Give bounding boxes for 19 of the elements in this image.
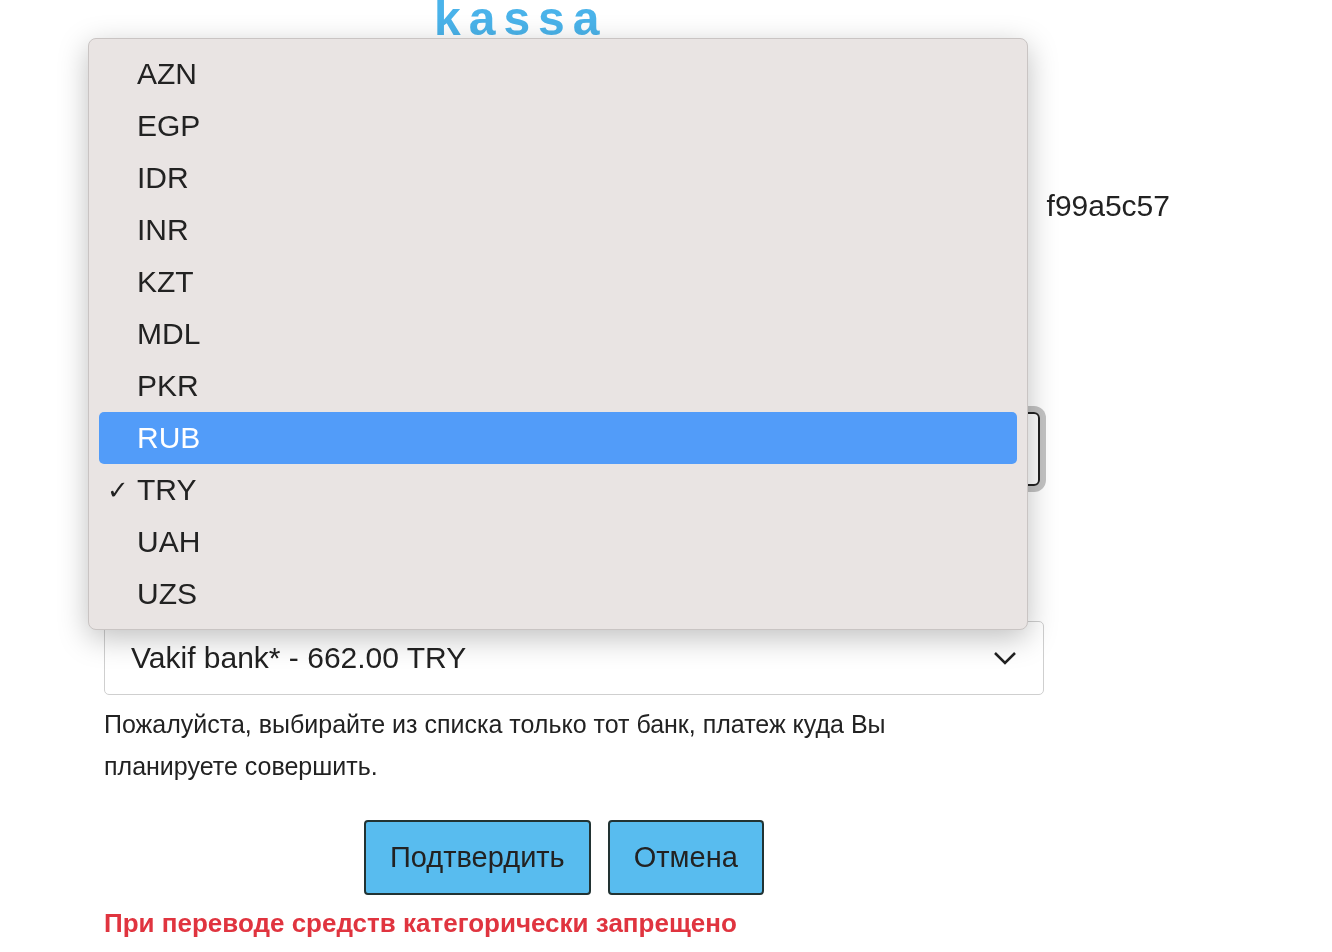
cancel-button[interactable]: Отмена — [607, 820, 764, 895]
menu-option[interactable]: INR — [99, 204, 1017, 256]
menu-option[interactable]: AZN — [99, 48, 1017, 100]
confirm-button[interactable]: Подтвердить — [364, 820, 591, 895]
menu-option[interactable]: IDR — [99, 152, 1017, 204]
menu-option[interactable]: MDL — [99, 308, 1017, 360]
menu-option[interactable]: PKR — [99, 360, 1017, 412]
logo: kassa — [434, 0, 608, 38]
bank-select-value: Vakif bank* - 662.00 TRY — [131, 641, 467, 675]
warning-text: При переводе средств категорически запрещено — [104, 909, 738, 937]
menu-option[interactable]: ✓ TRY — [99, 464, 1017, 516]
menu-option[interactable]: UZS — [99, 568, 1017, 620]
hint-text: Пожалуйста, выбирайте из списка только тот банк, платеж куда Вы планируете совершить. — [104, 709, 887, 782]
order-id: f99a5c57 — [1046, 188, 1170, 224]
menu-option[interactable]: EGP — [99, 100, 1017, 152]
menu-option[interactable]: KZT — [99, 256, 1017, 308]
chevron-down-icon — [993, 651, 1017, 665]
menu-option[interactable]: UAH — [99, 516, 1017, 568]
checkmark-icon: ✓ — [107, 474, 129, 506]
